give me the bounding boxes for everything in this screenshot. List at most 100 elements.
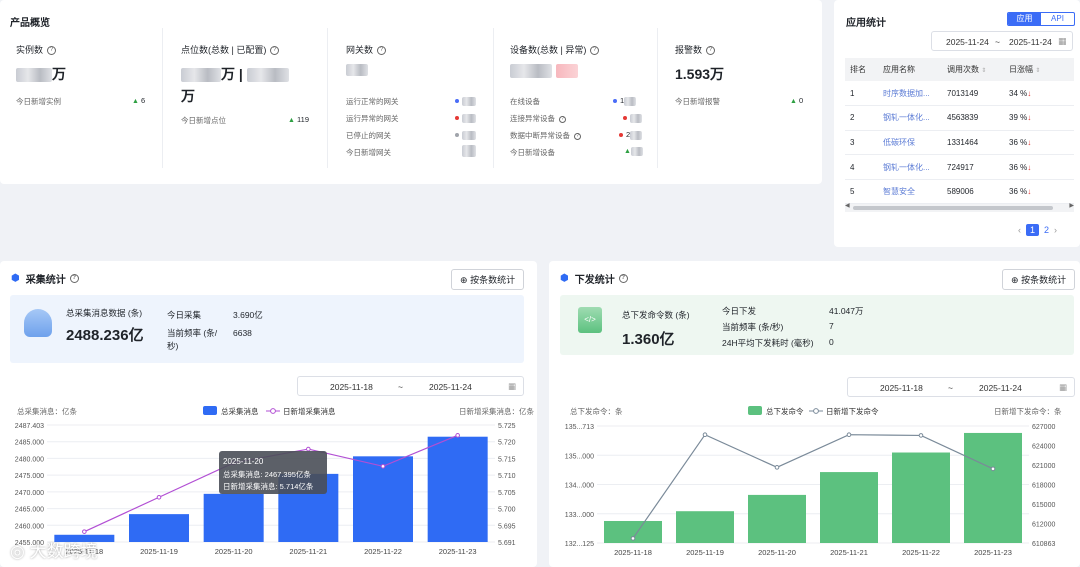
help-icon[interactable]: ? <box>559 115 566 123</box>
right-tick-label: 612000 <box>1032 522 1055 529</box>
help-icon[interactable]: ? <box>706 46 716 56</box>
x-tick-label: 2025-11-21 <box>289 547 327 556</box>
issue-count-button[interactable]: ⊕ 按条数统计 <box>1002 269 1076 290</box>
app-link[interactable]: 钢轧一体化... <box>878 105 942 131</box>
arrow-down-icon: ↓ <box>1027 88 1032 98</box>
right-tick-label: 5.710 <box>498 473 516 480</box>
bar <box>748 494 806 543</box>
right-tick-label: 5.725 <box>498 423 516 430</box>
overview-title: 产品概览 <box>10 18 50 29</box>
bell-icon <box>24 309 52 337</box>
app-stats-card: 应用统计 应用 API 2025-11-24 ~ 2025-11-24 ▦ 排名… <box>834 0 1080 247</box>
issue-legend[interactable]: 总下发命令 日新增下发命令 <box>748 406 879 416</box>
arrow-down-icon: ↓ <box>1027 162 1032 172</box>
instances-sub-value: ▲ 6 <box>132 96 146 105</box>
instances-sub-label: 今日新增实例 <box>16 97 61 106</box>
bar <box>353 456 413 542</box>
collect-today-value: 3.690亿 <box>233 310 263 320</box>
table-row: 5 智慧安全 589006 36 %↓ <box>845 179 1074 205</box>
tooltip-date: 2025-11-20 <box>223 457 264 466</box>
bar <box>676 511 734 543</box>
page-1[interactable]: 1 <box>1026 224 1040 236</box>
collect-total-value: 2488.236亿 <box>66 327 144 344</box>
issue-total-label: 总下发命令数 (条) <box>622 310 690 320</box>
app-link[interactable]: 智慧安全 <box>878 179 942 205</box>
gateway-row-stopped: 已停止的网关 <box>346 131 391 140</box>
left-tick-label: 135...000 <box>565 453 594 460</box>
x-tick-label: 2025-11-22 <box>364 547 402 556</box>
x-tick-label: 2025-11-23 <box>974 548 1012 557</box>
toggle-api[interactable]: API <box>1041 13 1074 25</box>
issue-avg-label: 24H平均下发耗时 (毫秒) <box>722 338 814 348</box>
collect-card: ⬢ 采集统计? ⊕ 按条数统计 总采集消息数据 (条) 2488.236亿 今日… <box>0 261 537 567</box>
bar <box>892 452 950 543</box>
line-point <box>774 465 780 470</box>
right-tick-label: 5.720 <box>498 440 516 447</box>
left-tick-label: 2470.000 <box>15 490 44 497</box>
alarms-value: 1.593万 <box>675 66 725 82</box>
line-point <box>990 466 996 472</box>
table-scrollbar[interactable]: ◀ ▶ <box>845 203 1074 212</box>
collect-count-button[interactable]: ⊕ 按条数统计 <box>451 269 525 290</box>
collect-legend[interactable]: 总采集消息 日新增采集消息 <box>203 406 336 416</box>
app-link[interactable]: 钢轧一体化... <box>878 154 942 180</box>
next-page-icon[interactable]: › <box>1054 225 1057 235</box>
help-icon[interactable]: ? <box>270 46 280 56</box>
issue-header: ⬢ 下发统计? <box>560 271 628 286</box>
right-tick-label: 610863 <box>1032 541 1055 548</box>
legend-line-swatch <box>270 408 276 414</box>
right-tick-label: 5.700 <box>498 507 516 514</box>
issue-date-range[interactable]: 2025-11-18 ~ 2025-11-24 ▦ <box>847 377 1075 397</box>
arrow-down-icon: ↓ <box>1027 137 1032 147</box>
sort-icon: ⇕ <box>981 68 987 74</box>
x-tick-label: 2025-11-20 <box>758 548 796 557</box>
issue-avg-value: 0 <box>829 337 834 347</box>
prev-page-icon[interactable]: ‹ <box>1018 225 1021 235</box>
left-tick-label: 132...125 <box>565 541 594 548</box>
code-icon: </> <box>578 307 602 333</box>
collect-header: ⬢ 采集统计? <box>11 271 79 286</box>
issue-today-value: 41.047万 <box>829 306 864 316</box>
app-api-toggle[interactable]: 应用 API <box>1007 12 1075 26</box>
points-sub-label: 今日新增点位 <box>181 116 226 125</box>
toggle-app[interactable]: 应用 <box>1008 13 1041 25</box>
count-icon: ⊕ <box>460 275 468 285</box>
collect-tooltip: 2025-11-20 总采集消息: 2467.395亿条 日新增采集消息: 5.… <box>219 451 327 494</box>
pagination: ‹ 1 2 › <box>1018 224 1057 236</box>
app-link[interactable]: 时序数据加... <box>878 81 942 107</box>
points-label: 点位数(总数 | 已配置) <box>181 45 267 55</box>
page-2[interactable]: 2 <box>1044 225 1049 235</box>
left-tick-label: 2480.000 <box>15 456 44 463</box>
help-icon[interactable]: ? <box>590 46 600 56</box>
x-tick-label: 2025-11-19 <box>140 547 178 556</box>
help-icon[interactable]: ? <box>574 132 581 140</box>
help-icon[interactable]: ? <box>69 274 79 283</box>
app-link[interactable]: 低碳环保 <box>878 130 942 156</box>
app-date-range[interactable]: 2025-11-24 ~ 2025-11-24 ▦ <box>931 31 1073 51</box>
issue-chart: 总下发命令：条 日新增下发命令：条 总下发命令 日新增下发命令 135...71… <box>565 406 1062 557</box>
legend-bar-swatch <box>748 406 762 415</box>
collect-title: 采集统计 <box>25 275 66 286</box>
right-tick-label: 615000 <box>1032 502 1055 509</box>
help-icon[interactable]: ? <box>618 274 628 283</box>
device-row-online: 在线设备 <box>510 97 540 106</box>
left-tick-label: 2460.000 <box>15 523 44 530</box>
overview-card: 产品概览 实例数? 万 今日新增实例 ▲ 6 点位数(总数 | 已配置)? 万 … <box>0 0 822 184</box>
collect-freq-value: 6638 <box>233 328 252 338</box>
collect-today-label: 今日采集 <box>167 310 202 320</box>
line-point <box>846 432 852 438</box>
alarms-sub-value: ▲ 0 <box>790 96 804 105</box>
col-name: 应用名称 <box>878 58 942 81</box>
devices-stat: 设备数(总数 | 异常)? <box>510 43 600 78</box>
collect-right-axis-title: 日新增采集消息：亿条 <box>459 406 534 416</box>
instances-label: 实例数 <box>16 45 44 55</box>
col-calls[interactable]: 调用次数 ⇕ <box>942 58 1004 81</box>
col-change[interactable]: 日涨幅 ⇕ <box>1004 58 1074 81</box>
collect-date-range[interactable]: 2025-11-18 ~ 2025-11-24 ▦ <box>297 376 524 396</box>
alarms-sub-label: 今日新增报警 <box>675 97 720 106</box>
issue-left-axis-title: 总下发命令：条 <box>570 406 623 416</box>
help-icon[interactable]: ? <box>47 46 57 56</box>
issue-freq-value: 7 <box>829 321 834 331</box>
legend-bar-swatch <box>203 406 217 415</box>
help-icon[interactable]: ? <box>377 46 387 56</box>
